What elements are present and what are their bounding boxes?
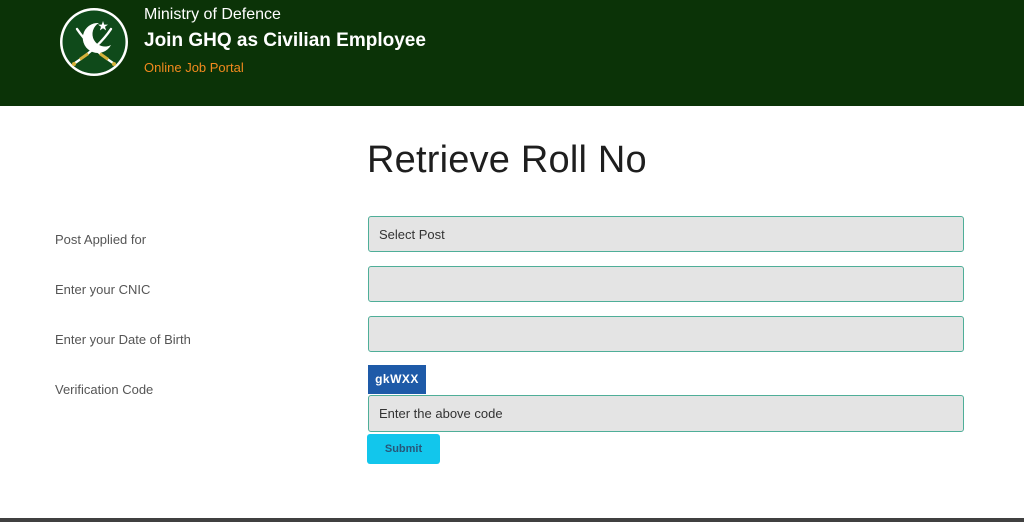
ministry-name: Ministry of Defence <box>144 6 281 23</box>
verification-code-placeholder: Enter the above code <box>379 406 503 421</box>
site-header: Ministry of Defence Join GHQ as Civilian… <box>0 0 1024 106</box>
cnic-input[interactable] <box>368 266 964 302</box>
post-label: Post Applied for <box>55 232 147 247</box>
cnic-label: Enter your CNIC <box>55 282 151 297</box>
dob-input[interactable] <box>368 316 964 352</box>
crescent-star-crossed-swords-icon[interactable] <box>59 7 129 77</box>
submit-button[interactable]: Submit <box>367 434 440 464</box>
portal-subtitle: Online Job Portal <box>144 60 244 75</box>
verification-code-input[interactable]: Enter the above code <box>368 395 964 432</box>
portal-brand-title[interactable]: Join GHQ as Civilian Employee <box>144 29 426 53</box>
footer-bar <box>0 518 1024 522</box>
dob-label: Enter your Date of Birth <box>55 332 191 347</box>
verification-label: Verification Code <box>55 382 154 397</box>
post-select-value: Select Post <box>379 226 445 242</box>
captcha-image: gkWXX <box>368 365 426 394</box>
page-title: Retrieve Roll No <box>367 139 647 181</box>
header-text: Ministry of Defence Join GHQ as Civilian… <box>144 5 426 76</box>
post-select[interactable]: Select Post <box>368 216 964 252</box>
